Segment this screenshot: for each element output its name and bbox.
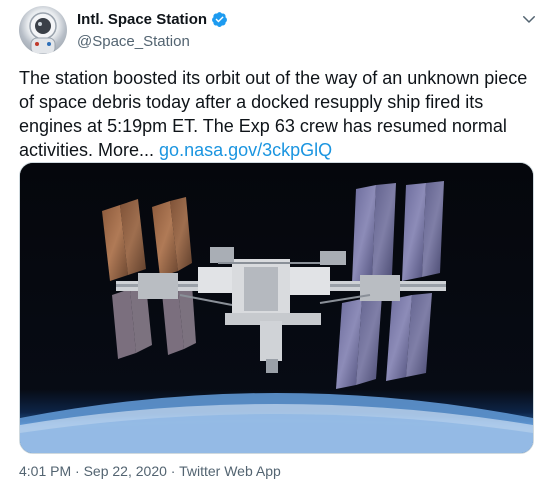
- author-block: Intl. Space Station @Space_Station: [77, 10, 228, 50]
- chevron-down-icon: [523, 16, 535, 23]
- verified-badge-icon: [211, 11, 228, 28]
- avatar[interactable]: [19, 6, 67, 54]
- tweet-text: The station boosted its orbit out of the…: [19, 66, 539, 162]
- tweet-link[interactable]: go.nasa.gov/3ckpGlQ: [159, 140, 332, 160]
- more-menu-button[interactable]: [520, 10, 538, 28]
- name-row: Intl. Space Station: [77, 10, 228, 29]
- tweet-image[interactable]: [19, 162, 534, 454]
- display-name[interactable]: Intl. Space Station: [77, 11, 207, 28]
- space-station-photo: [20, 163, 533, 453]
- tweet-date[interactable]: Sep 22, 2020: [84, 463, 167, 479]
- meta-separator: ·: [71, 463, 84, 479]
- tweet-meta: 4:01 PM · Sep 22, 2020 · Twitter Web App: [19, 463, 281, 479]
- astronaut-avatar-icon: [29, 12, 57, 54]
- handle[interactable]: @Space_Station: [77, 33, 228, 50]
- tweet: Intl. Space Station @Space_Station The s…: [0, 0, 557, 488]
- tweet-source-app[interactable]: Twitter Web App: [179, 463, 281, 479]
- meta-separator: ·: [166, 463, 180, 479]
- tweet-time[interactable]: 4:01 PM: [19, 463, 71, 479]
